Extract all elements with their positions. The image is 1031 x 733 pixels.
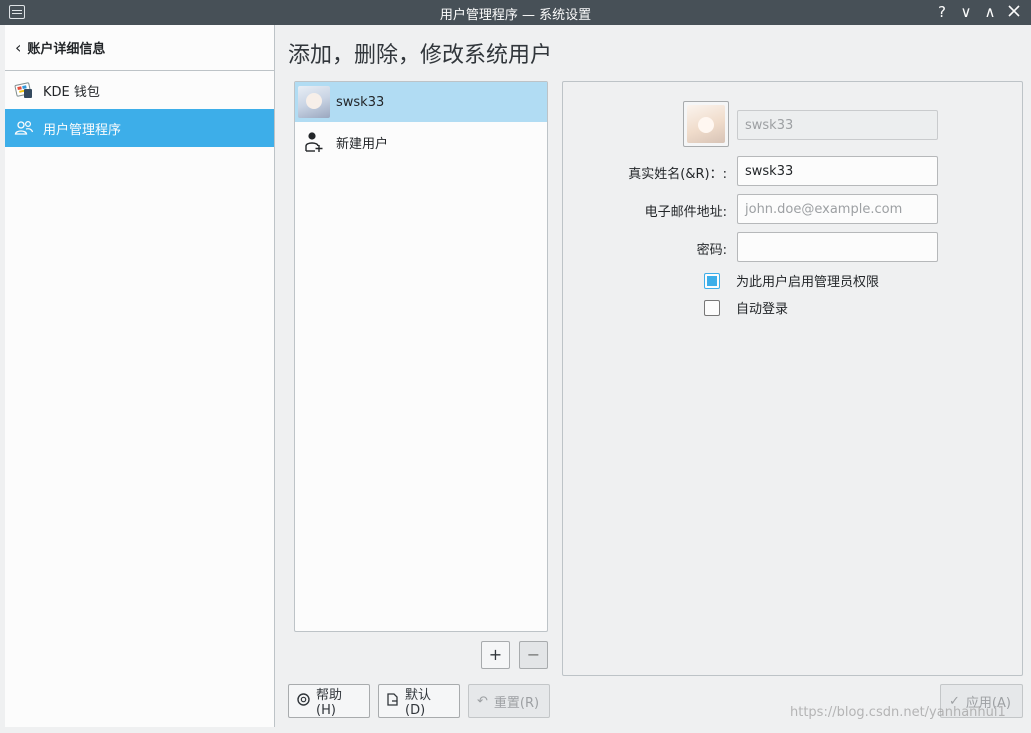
email-label: 电子邮件地址: — [644, 205, 727, 220]
remove-user-button[interactable]: − — [519, 641, 548, 669]
document-revert-icon — [387, 692, 399, 710]
help-button[interactable]: 帮助(H) — [288, 684, 370, 718]
user-name-label: swsk33 — [336, 94, 385, 110]
avatar — [298, 86, 330, 118]
sidebar-item-user-manager[interactable]: 用户管理程序 — [5, 109, 274, 147]
add-user-button[interactable]: + — [481, 641, 510, 669]
password-label: 密码: — [696, 243, 727, 258]
page-title: 添加，删除，修改系统用户 — [288, 43, 553, 68]
reset-button-label: 重置(R) — [493, 695, 540, 711]
avatar — [687, 105, 725, 143]
help-icon[interactable]: ? — [932, 2, 952, 22]
undo-icon: ↶ — [477, 693, 488, 709]
admin-checkbox[interactable] — [704, 272, 720, 289]
password-field[interactable] — [737, 232, 938, 262]
change-avatar-button[interactable] — [683, 101, 729, 147]
admin-checkbox-row[interactable]: 为此用户启用管理员权限 — [704, 271, 879, 290]
defaults-button-label: 默认(D) — [405, 688, 432, 718]
user-name-label: 新建用户 — [336, 136, 389, 152]
main-panel: 添加，删除，修改系统用户 swsk33 新建用户 + − swsk33 真实姓名… — [276, 25, 1031, 727]
watermark: https://blog.csdn.net/yanhanhui1 — [790, 705, 1006, 720]
sidebar-item-label: 用户管理程序 — [43, 122, 122, 138]
sidebar-header-label: 账户详细信息 — [27, 42, 106, 57]
close-icon[interactable] — [1004, 2, 1024, 22]
user-details-panel: swsk33 真实姓名(&R)：: swsk33 电子邮件地址: john.do… — [562, 81, 1023, 676]
realname-field[interactable]: swsk33 — [737, 156, 938, 186]
reset-button[interactable]: ↶ 重置(R) — [468, 684, 550, 718]
chevron-left-icon[interactable]: ‹ — [15, 38, 21, 57]
minimize-icon[interactable]: ∨ — [956, 2, 976, 22]
help-lifebuoy-icon — [297, 692, 310, 710]
window-title: 用户管理程序 — 系统设置 — [439, 8, 592, 23]
username-field[interactable]: swsk33 — [737, 110, 938, 140]
kde-wallet-icon — [13, 80, 35, 100]
add-user-icon — [298, 126, 330, 158]
sidebar-item-label: KDE 钱包 — [43, 84, 100, 100]
autologin-checkbox-row[interactable]: 自动登录 — [704, 298, 788, 317]
realname-label: 真实姓名(&R)：: — [628, 167, 727, 182]
admin-checkbox-label: 为此用户启用管理员权限 — [736, 275, 880, 290]
maximize-icon[interactable]: ∧ — [980, 2, 1000, 22]
sidebar-back-header[interactable]: ‹ 账户详细信息 — [5, 25, 274, 71]
users-icon — [13, 118, 35, 138]
window-titlebar: 用户管理程序 — 系统设置 ? ∨ ∧ — [0, 0, 1031, 25]
email-field[interactable]: john.doe@example.com — [737, 194, 938, 224]
sidebar-item-kde-wallet[interactable]: KDE 钱包 — [5, 71, 274, 109]
list-item-new-user[interactable]: 新建用户 — [295, 122, 547, 162]
autologin-checkbox[interactable] — [704, 299, 720, 316]
defaults-button[interactable]: 默认(D) — [378, 684, 460, 718]
help-button-label: 帮助(H) — [316, 688, 343, 718]
sidebar: ‹ 账户详细信息 KDE 钱包 用户管理程序 — [5, 25, 275, 727]
list-item-user[interactable]: swsk33 — [295, 82, 547, 122]
user-list[interactable]: swsk33 新建用户 — [294, 81, 548, 632]
autologin-checkbox-label: 自动登录 — [736, 302, 789, 317]
